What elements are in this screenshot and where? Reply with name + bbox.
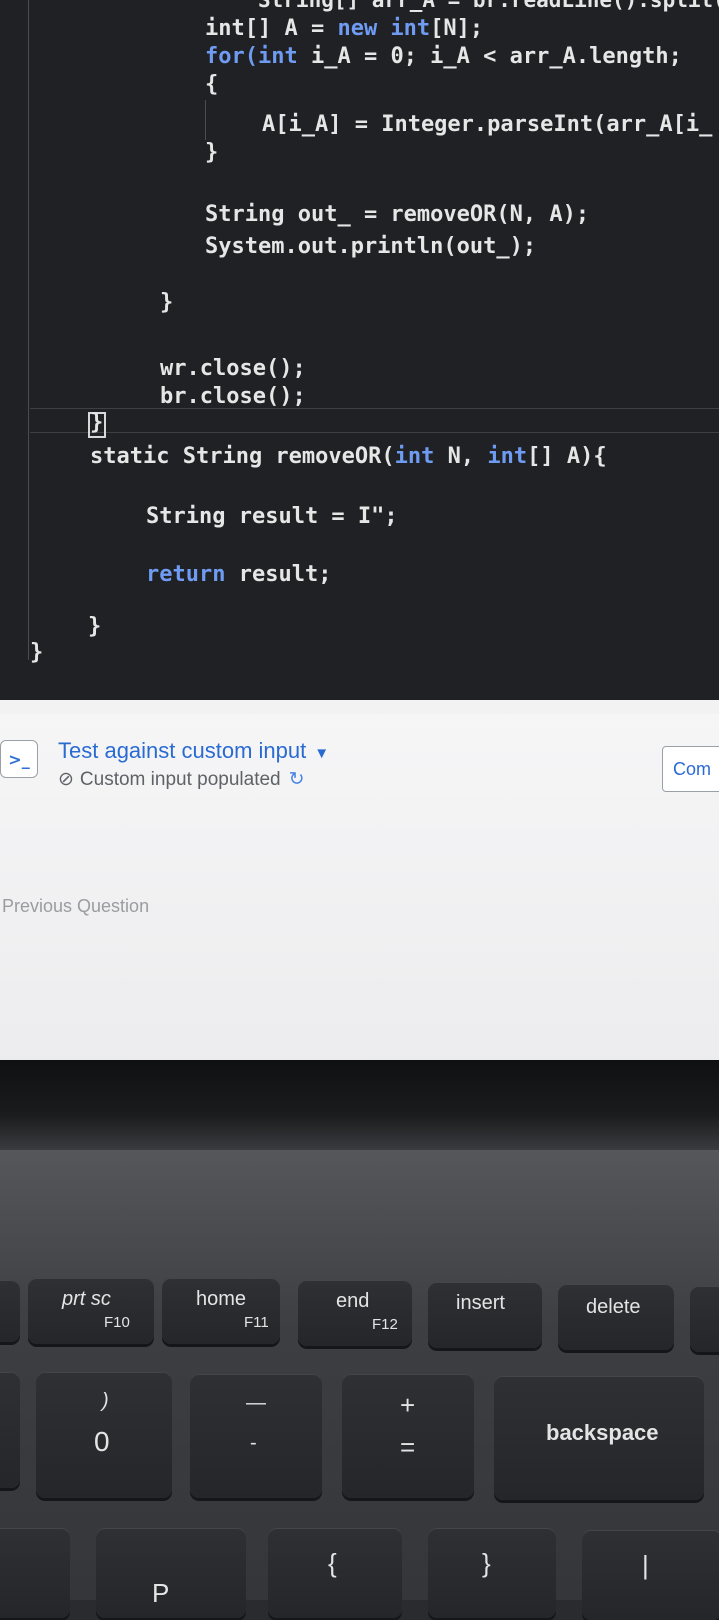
key-label: backspace xyxy=(546,1420,659,1445)
key-shift-label: + xyxy=(400,1390,416,1420)
key-sublabel: F11 xyxy=(244,1314,269,1331)
panel-divider xyxy=(0,700,719,714)
code-line: { xyxy=(205,72,219,97)
terminal-icon[interactable]: >_ xyxy=(0,740,38,778)
code-line: } xyxy=(205,140,219,165)
custom-input-status: ⊘ Custom input populated ↻ xyxy=(58,768,305,791)
key-minus[interactable]: — - xyxy=(190,1374,322,1498)
key-label: prt sc xyxy=(62,1288,111,1310)
line-highlight-bottom xyxy=(30,432,719,433)
indent-guide xyxy=(28,0,29,660)
code-line: br.close(); xyxy=(160,384,306,409)
key-prtsc[interactable]: prt sc F10 xyxy=(28,1278,154,1344)
key-backspace[interactable]: backspace xyxy=(494,1376,704,1500)
code-line: } xyxy=(30,640,44,665)
key-sublabel: F10 xyxy=(104,1314,130,1331)
key-label: - xyxy=(250,1432,257,1454)
key-label: 0 xyxy=(94,1426,110,1457)
key-label: = xyxy=(400,1432,416,1462)
code-line: A[i_A] = Integer.parseInt(arr_A[i_ xyxy=(262,112,713,137)
key-delete[interactable]: delete xyxy=(558,1284,674,1350)
code-line: } xyxy=(90,410,104,435)
key-shift-label: ) xyxy=(102,1390,109,1412)
key-right-brace[interactable]: } xyxy=(428,1528,556,1618)
key-power[interactable] xyxy=(690,1286,719,1352)
code-line: } xyxy=(88,614,102,639)
key-p[interactable]: P xyxy=(96,1528,246,1618)
key-label: | xyxy=(642,1550,649,1580)
code-line: String out_ = removeOR(N, A); xyxy=(205,202,590,227)
compile-button[interactable]: Com xyxy=(662,746,719,792)
compile-label: Com xyxy=(673,758,712,779)
line-highlight-top xyxy=(30,408,719,409)
key-home[interactable]: home F11 xyxy=(162,1278,280,1344)
code-line: String[] arr_A = br.readLine().split( xyxy=(258,0,719,12)
key-o[interactable] xyxy=(0,1528,70,1618)
code-line: System.out.println(out_); xyxy=(205,234,537,259)
check-circle-icon: ⊘ xyxy=(58,769,74,790)
custom-input-toggle[interactable]: Test against custom input ▼ xyxy=(58,738,329,764)
key-pipe[interactable]: | xyxy=(582,1530,719,1620)
laptop-bezel xyxy=(0,1060,719,1150)
key-label: P xyxy=(152,1578,170,1608)
code-line: wr.close(); xyxy=(160,356,306,381)
key-insert[interactable]: insert xyxy=(428,1282,542,1348)
code-line: int[] A = new int[N]; xyxy=(205,16,484,41)
previous-question-link[interactable]: Previous Question xyxy=(2,896,149,917)
code-line: return result; xyxy=(146,562,332,587)
indent-guide xyxy=(205,100,206,140)
key-label: end xyxy=(336,1290,370,1312)
key-f9[interactable] xyxy=(0,1280,20,1342)
status-text: Custom input populated xyxy=(79,769,281,790)
key-label: home xyxy=(196,1288,247,1310)
test-panel: >_ Test against custom input ▼ ⊘ Custom in… xyxy=(0,700,719,1078)
key-label: insert xyxy=(456,1292,505,1314)
key-9[interactable] xyxy=(0,1372,20,1488)
key-0[interactable]: ) 0 xyxy=(36,1372,172,1498)
custom-input-title[interactable]: Test against custom input xyxy=(58,738,306,763)
key-shift-label: — xyxy=(246,1392,266,1414)
key-equals[interactable]: + = xyxy=(342,1374,474,1498)
key-label: { xyxy=(328,1548,337,1578)
code-line: for(int i_A = 0; i_A < arr_A.length; xyxy=(205,44,682,69)
key-left-brace[interactable]: { xyxy=(268,1528,402,1618)
text-cursor-icon: I xyxy=(357,504,372,529)
key-end[interactable]: end F12 xyxy=(298,1280,412,1346)
key-sublabel: F12 xyxy=(372,1316,398,1333)
chevron-down-icon[interactable]: ▼ xyxy=(314,745,329,762)
key-label: delete xyxy=(586,1296,641,1318)
code-line: } xyxy=(160,290,174,315)
code-editor[interactable]: String[] arr_A = br.readLine().split( in… xyxy=(0,0,719,700)
key-label: } xyxy=(482,1548,491,1578)
code-line: static String removeOR(int N, int[] A){ xyxy=(90,444,607,469)
refresh-icon[interactable]: ↻ xyxy=(289,769,305,790)
code-line: String result = I"; xyxy=(146,504,398,529)
